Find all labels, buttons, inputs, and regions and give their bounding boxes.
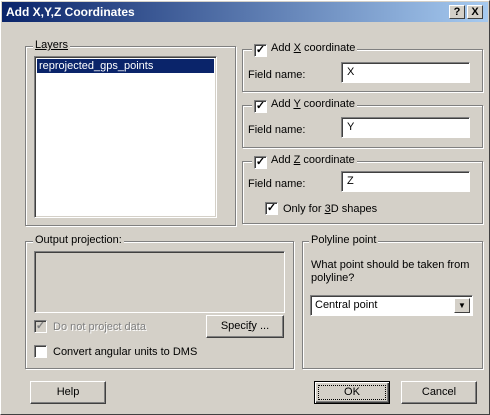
close-button[interactable]: X xyxy=(467,5,483,19)
polyline-question: What point should be taken from polyline… xyxy=(311,259,470,284)
x-field-input[interactable]: X xyxy=(341,62,470,83)
only-3d-label[interactable]: Only for 3D shapes xyxy=(283,203,377,216)
focus-rect xyxy=(318,385,386,400)
layers-list[interactable]: reprojected_gps_points xyxy=(34,56,217,218)
add-x-checkbox[interactable]: ✓ xyxy=(254,44,267,57)
dropdown-arrow-icon[interactable]: ▼ xyxy=(454,298,470,313)
specify-button[interactable]: Specify ... xyxy=(206,315,284,338)
help-title-button[interactable]: ? xyxy=(449,5,465,19)
add-y-checkbox[interactable]: ✓ xyxy=(254,100,267,113)
polyline-label: Polyline point xyxy=(309,234,379,247)
layers-label: Layers xyxy=(33,39,71,52)
window-title: Add X,Y,Z Coordinates xyxy=(6,5,135,19)
convert-dms-checkbox[interactable] xyxy=(34,345,47,358)
cancel-button[interactable]: Cancel xyxy=(401,381,477,404)
ok-button[interactable]: OK xyxy=(314,381,390,404)
title-bar[interactable]: Add X,Y,Z Coordinates ? X xyxy=(2,2,488,22)
polyline-point-select[interactable]: Central point ▼ xyxy=(310,295,473,316)
dont-project-checkbox[interactable]: ✓ xyxy=(34,320,47,333)
layer-item-selected[interactable]: reprojected_gps_points xyxy=(37,59,214,73)
dont-project-label: Do not project data xyxy=(53,321,146,333)
z-field-input[interactable]: Z xyxy=(341,171,470,192)
dialog-window: Add X,Y,Z Coordinates ? X Layers reproje… xyxy=(0,0,490,415)
convert-dms-label: Convert angular units to DMS xyxy=(53,346,198,358)
help-button[interactable]: Help xyxy=(30,381,106,404)
add-z-checkbox[interactable]: ✓ xyxy=(254,156,267,169)
y-field-input[interactable]: Y xyxy=(341,117,470,138)
x-field-label: Field name: xyxy=(248,69,306,81)
only-3d-checkbox[interactable]: ✓ xyxy=(265,202,278,215)
z-field-label: Field name: xyxy=(248,178,306,190)
add-y-label[interactable]: ✓ Add Y coordinate xyxy=(252,98,358,113)
output-projection-label: Output projection: xyxy=(33,234,124,247)
y-field-label: Field name: xyxy=(248,124,306,136)
polyline-selected-value: Central point xyxy=(315,299,378,311)
add-x-label[interactable]: ✓ Add X coordinate xyxy=(252,42,358,57)
add-z-label[interactable]: ✓ Add Z coordinate xyxy=(252,154,357,169)
projection-display xyxy=(34,251,285,313)
